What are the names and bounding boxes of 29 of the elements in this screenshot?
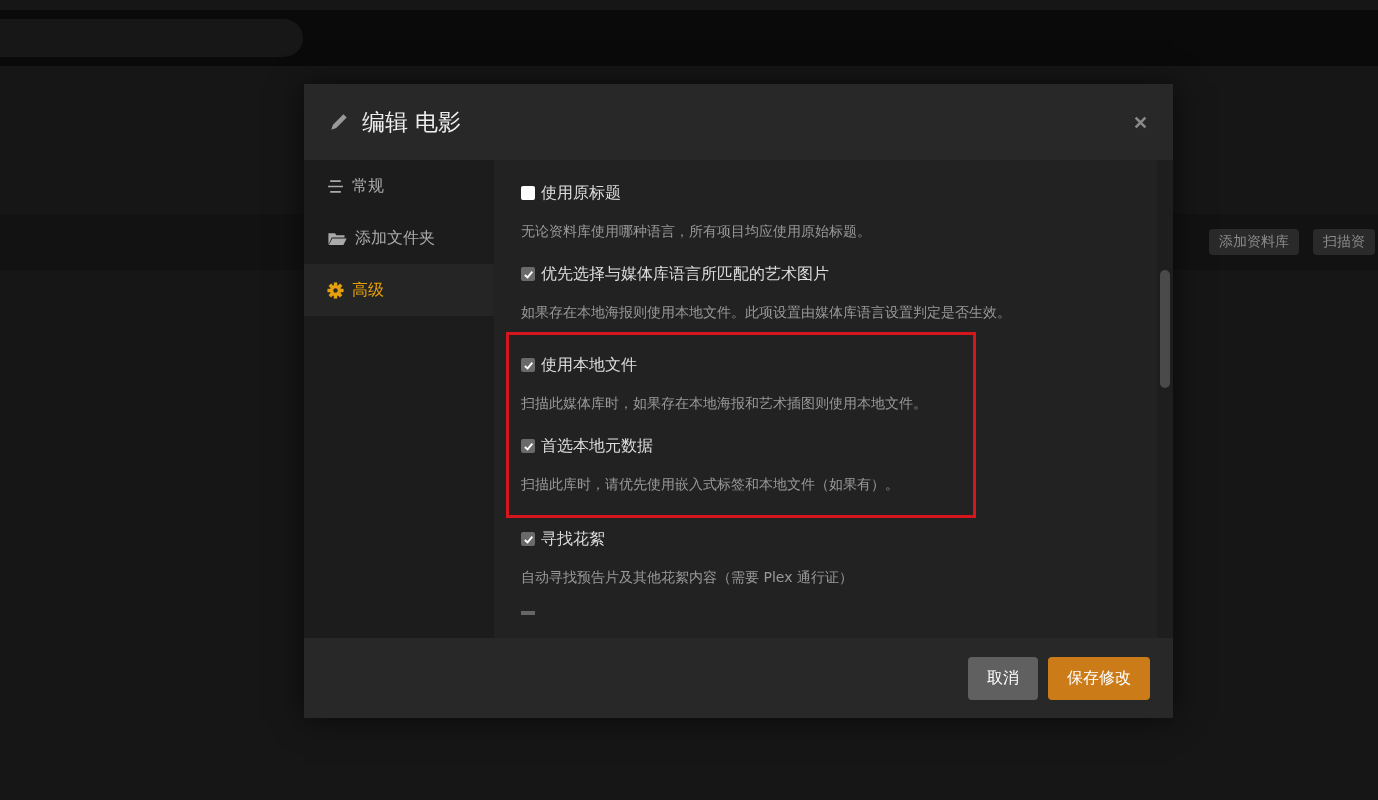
dialog-title: 编辑 电影 xyxy=(362,107,463,137)
option-label: 使用本地文件 xyxy=(541,354,637,376)
option-label: 寻找花絮 xyxy=(541,528,605,550)
checkbox[interactable] xyxy=(521,532,535,546)
option-description: 自动寻找预告片及其他花絮内容（需要 Plex 通行证） xyxy=(521,568,854,587)
sidebar-item[interactable]: 高级 xyxy=(304,264,494,316)
option-description: 无论资料库使用哪种语言，所有项目均应使用原始标题。 xyxy=(521,222,872,241)
option-label: 使用原标题 xyxy=(541,182,621,204)
scrollbar[interactable] xyxy=(1157,160,1173,638)
cancel-button[interactable]: 取消 xyxy=(968,656,1038,700)
checkbox[interactable] xyxy=(521,186,535,200)
checkbox[interactable] xyxy=(521,358,535,372)
option-label: 优先选择与媒体库语言所匹配的艺术图片 xyxy=(541,263,829,285)
pencil-icon xyxy=(328,111,350,133)
gear-icon xyxy=(327,281,344,299)
option-label: 首选本地元数据 xyxy=(541,435,653,457)
sidebar-item[interactable]: 常规 xyxy=(304,160,494,212)
sidebar-item[interactable]: 添加文件夹 xyxy=(304,212,494,264)
folder-icon xyxy=(327,230,347,246)
toolbar-button[interactable]: 添加资料库 xyxy=(1209,229,1299,255)
checkbox[interactable] xyxy=(521,267,535,281)
toolbar-button[interactable]: 扫描资 xyxy=(1313,229,1375,255)
checkbox[interactable] xyxy=(521,439,535,453)
lines-icon xyxy=(327,178,344,194)
option-description: 扫描此库时，请优先使用嵌入式标签和本地文件（如果有）。 xyxy=(521,475,900,494)
option-description: 扫描此媒体库时，如果存在本地海报和艺术插图则使用本地文件。 xyxy=(521,394,928,413)
close-icon[interactable] xyxy=(1134,115,1147,129)
save-button[interactable]: 保存修改 xyxy=(1048,656,1150,700)
option-description: 如果存在本地海报则使用本地文件。此项设置由媒体库语言设置判定是否生效。 xyxy=(521,303,1012,322)
